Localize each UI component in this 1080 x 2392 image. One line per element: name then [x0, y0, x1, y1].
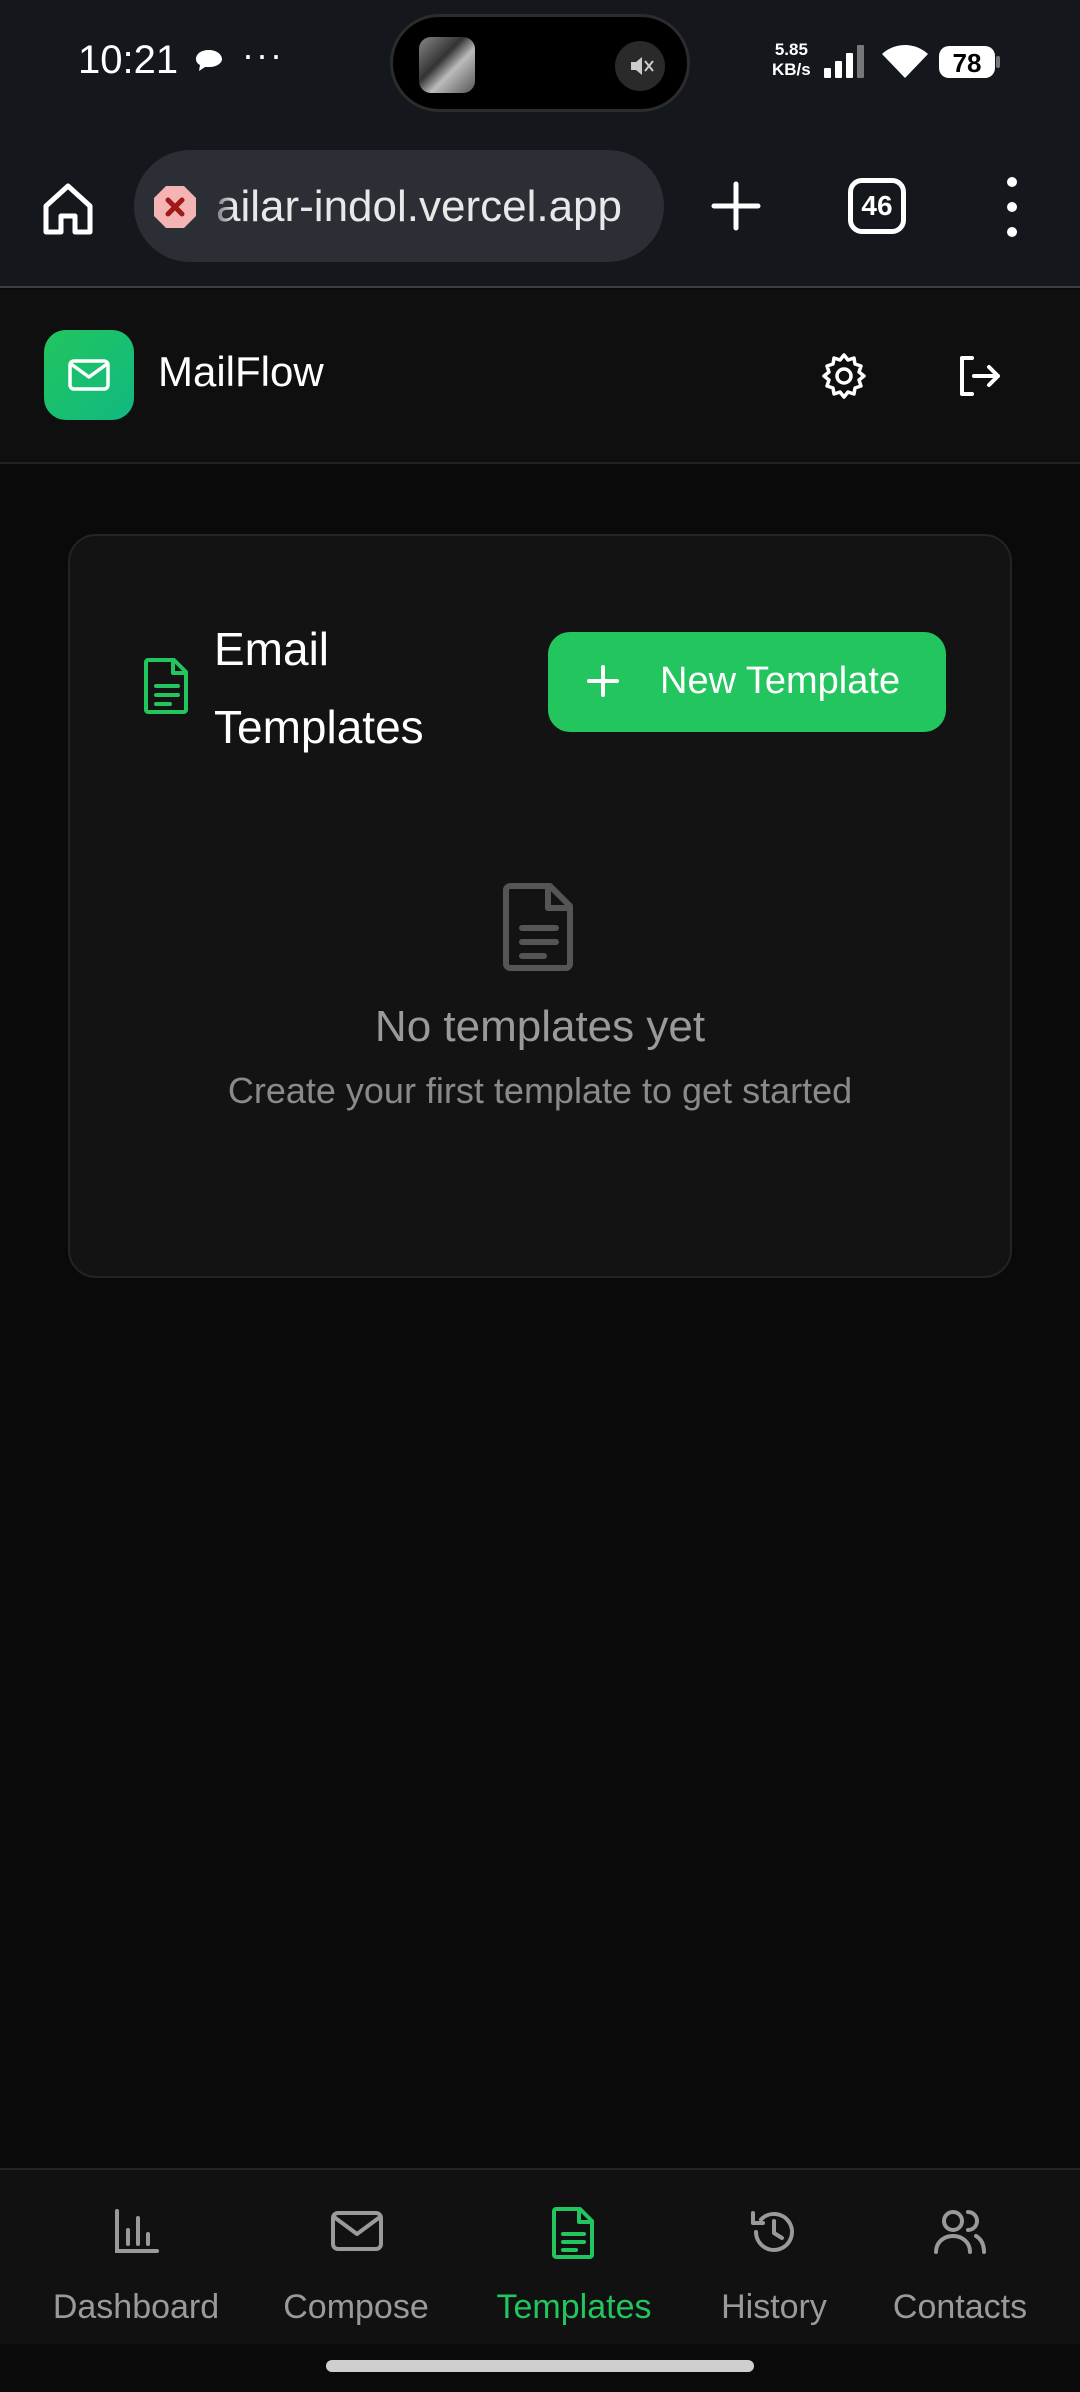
bottom-nav: Dashboard Compose Templates History Cont… [0, 2168, 1080, 2344]
wifi-icon [882, 45, 928, 78]
empty-file-icon [503, 883, 573, 971]
status-bar: 10:21 ··· 5.85 KB/s 78 [0, 0, 1080, 128]
templates-card: Email Templates New Template No template… [68, 534, 1012, 1278]
new-template-button[interactable]: New Template [548, 632, 946, 732]
url-text[interactable]: ailar-indol.vercel.app [216, 182, 622, 232]
more-notifications-icon: ··· [242, 34, 284, 75]
chat-bubble-icon [196, 50, 222, 71]
battery-level: 78 [952, 48, 982, 78]
home-icon[interactable] [38, 178, 98, 238]
mute-icon [615, 41, 665, 91]
more-menu-icon[interactable] [994, 172, 1030, 242]
new-tab-icon[interactable] [706, 176, 766, 236]
nav-label-dashboard: Dashboard [52, 2288, 220, 2326]
not-secure-icon[interactable] [152, 184, 198, 230]
nav-item-templates[interactable]: Templates [484, 2170, 664, 2346]
url-fade [204, 150, 234, 262]
settings-gear-icon[interactable] [818, 350, 870, 402]
nav-label-compose: Compose [283, 2288, 429, 2326]
nav-item-dashboard[interactable]: Dashboard [36, 2170, 236, 2346]
card-title: Email Templates [214, 623, 424, 753]
address-bar[interactable]: ailar-indol.vercel.app [134, 150, 664, 262]
app-header: MailFlow [0, 290, 1080, 464]
bar-chart-icon [115, 2209, 159, 2253]
nav-item-history[interactable]: History [694, 2170, 854, 2346]
empty-state-title: No templates yet [374, 1002, 706, 1051]
file-text-icon [552, 2207, 594, 2259]
browser-toolbar: ailar-indol.vercel.app 46 [0, 128, 1080, 288]
logout-icon[interactable] [952, 350, 1004, 402]
users-icon [934, 2210, 986, 2254]
file-text-icon [144, 658, 188, 714]
mail-icon [331, 2211, 383, 2251]
nav-label-history: History [721, 2288, 827, 2326]
home-indicator[interactable] [326, 2360, 754, 2372]
tab-switcher-button[interactable]: 46 [848, 178, 906, 234]
empty-state-subtitle: Create your first template to get starte… [227, 1070, 853, 1111]
media-thumbnail [419, 37, 475, 93]
nav-label-contacts: Contacts [892, 2288, 1028, 2326]
nav-label-templates: Templates [496, 2288, 652, 2326]
nav-item-compose[interactable]: Compose [266, 2170, 446, 2346]
signal-icon [824, 45, 864, 78]
plus-icon [587, 665, 619, 697]
history-icon [751, 2211, 794, 2252]
status-time: 10:21 [78, 38, 179, 82]
dynamic-island [390, 14, 690, 112]
network-speed: 5.85 KB/s [772, 40, 811, 79]
app-name: MailFlow [158, 348, 324, 395]
mail-logo-icon [68, 359, 110, 391]
app-logo [44, 330, 134, 420]
nav-item-contacts[interactable]: Contacts [880, 2170, 1040, 2346]
new-template-label: New Template [660, 660, 901, 702]
battery-icon: 78 [938, 44, 1002, 80]
